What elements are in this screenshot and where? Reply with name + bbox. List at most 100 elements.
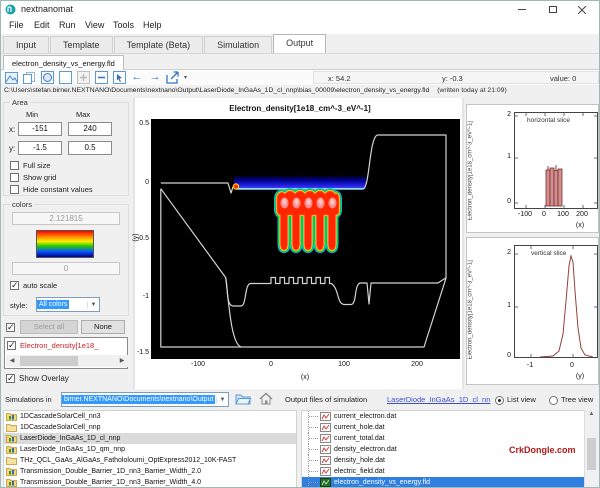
tab-output[interactable]: Output [273, 34, 326, 53]
none-button[interactable]: None [81, 320, 125, 334]
v-slice-chart [515, 246, 597, 357]
file-row[interactable]: electric_field.dat [302, 466, 584, 477]
document-tab[interactable]: electron_density_vs_energy.fld [3, 55, 124, 70]
output-files-label: Output files of simulation [285, 395, 367, 404]
band-structure-plot [151, 119, 460, 359]
select-all-button[interactable]: Select all [20, 320, 78, 334]
scroll-left-icon[interactable]: ◀ [6, 355, 18, 367]
browse-folder-icon[interactable] [235, 392, 251, 410]
menu-view[interactable]: View [85, 20, 104, 30]
scrollbar-thumb[interactable] [587, 438, 596, 470]
folder-row[interactable]: 1DCascadeSolarCell_nnp [4, 422, 296, 433]
h-slice-ytick-1: 1 [497, 153, 511, 160]
close-button[interactable] [569, 1, 595, 18]
list-view-radio[interactable] [495, 396, 504, 405]
folder-row[interactable]: Transmission_Double_Barrier_1D_nn3_Barri… [4, 466, 296, 477]
file-name: current_total.dat [334, 435, 385, 442]
export-dropdown-caret[interactable]: ▾ [184, 74, 187, 81]
written-timestamp: (written today at 21:09) [437, 87, 507, 94]
menu-edit[interactable]: Edit [34, 20, 50, 30]
home-icon[interactable] [259, 392, 273, 410]
zoom-out-icon[interactable] [94, 71, 108, 84]
h-slice-xlabel: (x) [570, 222, 590, 229]
tab-template-beta[interactable]: Template (Beta) [114, 36, 204, 53]
menu-run[interactable]: Run [59, 20, 76, 30]
folder-row[interactable]: LaserDiode_InGaAs_1D_qm_nnp [4, 444, 296, 455]
full-size-row: Full size [10, 161, 51, 170]
pointer-mode-icon[interactable] [112, 71, 126, 84]
export-icon[interactable] [166, 71, 180, 84]
back-arrow-icon[interactable]: ← [130, 71, 144, 84]
main-plot-canvas[interactable] [151, 119, 460, 359]
save-image-icon[interactable] [4, 71, 18, 84]
data-file-icon [320, 445, 331, 454]
menu-tools[interactable]: Tools [113, 20, 134, 30]
simulation-folder-list[interactable]: 1DCascadeSolarCell_nn3 1DCascadeSolarCel… [3, 410, 297, 488]
main-plot-panel: Electron_density[1e18_cm^-3_eV^-1] [133, 98, 464, 389]
select-group-checkbox[interactable] [6, 323, 15, 332]
ellipse-select-icon[interactable] [40, 71, 54, 84]
tab-simulation[interactable]: Simulation [204, 36, 272, 53]
auto-scale-checkbox[interactable] [10, 281, 19, 290]
folder-row[interactable]: THz_QCL_GaAs_AlGaAs_Fathololoumi_OptExpr… [4, 455, 296, 466]
show-overlay-checkbox[interactable] [6, 374, 15, 383]
folder-row-selected[interactable]: LaserDiode_InGaAs_1D_cl_nnp [4, 433, 296, 444]
h-slice-plot[interactable]: horizontal slice [514, 112, 598, 209]
file-list-scrollbar[interactable]: ▲ [584, 410, 597, 488]
max-header: Max [76, 110, 90, 119]
scrollbar-thumb[interactable] [20, 356, 78, 366]
x-max-input[interactable]: 240 [68, 122, 112, 136]
v-slice-plot[interactable]: vertical slice [514, 245, 598, 358]
v-slice-xtick-0: -1 [520, 362, 540, 369]
h-slice-ytick-0: 2 [497, 111, 511, 118]
menu-help[interactable]: Help [143, 20, 162, 30]
v-slice-xtick-1: 0 [562, 362, 582, 369]
maximize-button[interactable] [540, 1, 566, 18]
file-name: electron_density_vs_energy.fld [334, 479, 430, 486]
folder-chart-icon [6, 445, 17, 454]
tab-input[interactable]: Input [3, 36, 49, 53]
color-min-value[interactable]: 0 [12, 262, 120, 275]
forward-arrow-icon[interactable]: → [148, 71, 162, 84]
file-row-selected[interactable]: electron_density_vs_energy.fld [302, 477, 584, 488]
zoom-in-icon[interactable] [76, 71, 90, 84]
minimize-button[interactable] [509, 1, 535, 18]
tab-template[interactable]: Template [50, 36, 113, 53]
file-row[interactable]: current_total.dat [302, 433, 584, 444]
folder-name: 1DCascadeSolarCell_nn3 [20, 413, 101, 420]
scroll-right-icon[interactable]: ▶ [116, 355, 128, 367]
h-slice-ytick-2: 0 [497, 198, 511, 205]
dataset-checkbox[interactable] [7, 341, 16, 350]
scroll-up-icon[interactable]: ▲ [585, 411, 598, 417]
v-slice-xlabel: (y) [570, 373, 590, 380]
menu-file[interactable]: File [9, 20, 24, 30]
rect-select-icon[interactable] [58, 71, 72, 84]
h-slice-xtick-0: -100 [515, 211, 535, 218]
copy-icon[interactable] [22, 71, 36, 84]
dataset-item[interactable]: Electron_density[1e18_ [7, 341, 98, 350]
main-ylabel: (y) [133, 233, 140, 241]
simulations-path-combo[interactable]: birner.NEXTNANO\Documents\nextnano\Outpu… [61, 392, 229, 407]
simulation-link[interactable]: LaserDiode_InGaAs_1D_cl_nn [387, 395, 490, 404]
file-row[interactable]: current_hole.dat [302, 422, 584, 433]
hide-constant-checkbox[interactable] [10, 185, 19, 194]
file-row[interactable]: density_hole.dat [302, 455, 584, 466]
style-select[interactable]: All colors ▼ [36, 297, 100, 312]
horizontal-scrollbar[interactable]: ◀ ▶ [6, 355, 128, 367]
folder-row[interactable]: 1DCascadeSolarCell_nn3 [4, 411, 296, 422]
color-max-value[interactable]: 2.121815 [12, 212, 120, 225]
x-min-input[interactable]: -151 [18, 122, 62, 136]
folder-icon [6, 456, 17, 465]
show-grid-checkbox[interactable] [10, 173, 19, 182]
file-row[interactable]: current_electron.dat [302, 411, 584, 422]
main-xtick-0: -100 [183, 361, 213, 368]
v-slice-ylabel: Electron_density[1e18_cm^-3_eV^-1] [468, 250, 477, 360]
tree-view-radio[interactable] [549, 396, 558, 405]
file-name: density_hole.dat [334, 457, 385, 464]
y-min-input[interactable]: -1.5 [18, 141, 62, 155]
y-max-input[interactable]: 0.5 [68, 141, 112, 155]
file-name: density_electron.dat [334, 446, 397, 453]
full-size-checkbox[interactable] [10, 161, 19, 170]
folder-row[interactable]: Transmission_Double_Barrier_1D_nn3_Barri… [4, 477, 296, 488]
main-tab-bar: Input Template Template (Beta) Simulatio… [1, 34, 599, 54]
